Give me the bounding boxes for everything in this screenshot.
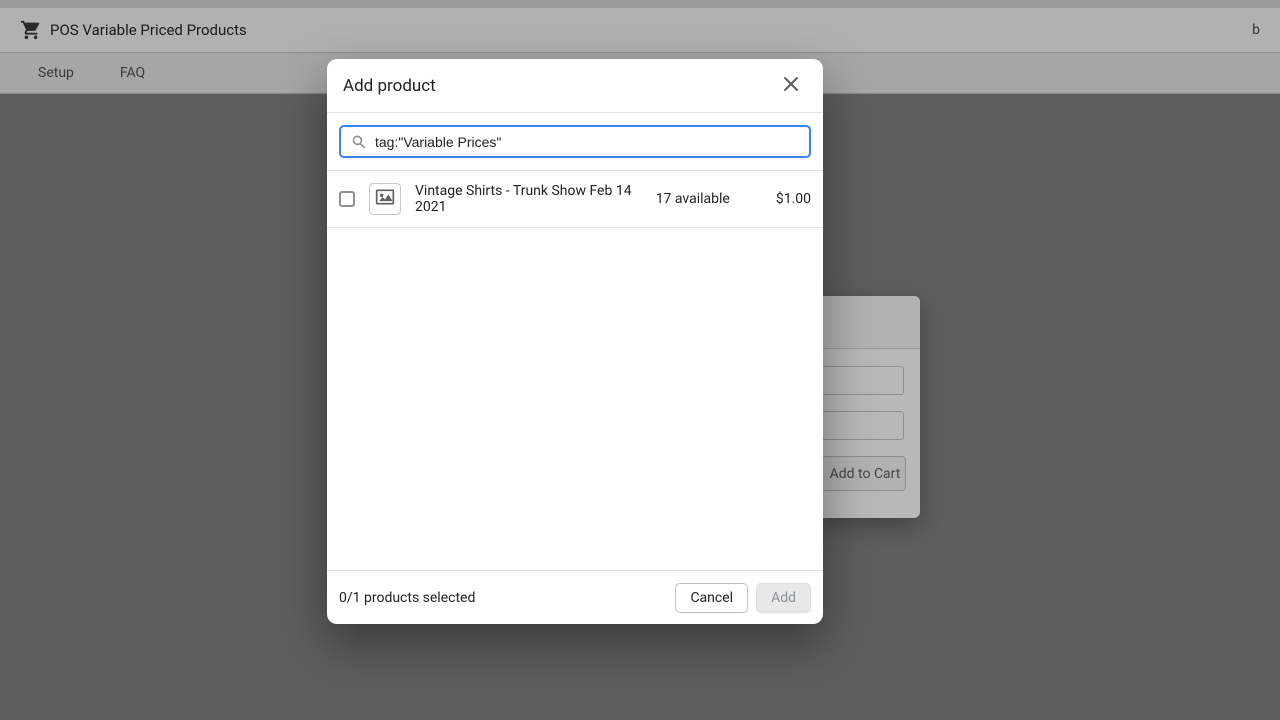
image-placeholder-icon [375, 187, 395, 211]
product-availability: 17 available [656, 191, 730, 207]
modal-title: Add product [343, 76, 436, 96]
search-area [327, 113, 823, 170]
search-wrapper[interactable] [339, 125, 811, 158]
search-input[interactable] [375, 134, 799, 150]
add-product-modal: Add product [327, 59, 823, 624]
modal-header: Add product [327, 59, 823, 113]
modal-footer: 0/1 products selected Cancel Add [327, 570, 823, 624]
modal-overlay: Add product [0, 0, 1280, 720]
selected-count: 0/1 products selected [339, 590, 475, 606]
product-row[interactable]: Vintage Shirts - Trunk Show Feb 14 2021 … [327, 171, 823, 228]
product-name: Vintage Shirts - Trunk Show Feb 14 2021 [415, 183, 656, 215]
search-icon [351, 134, 367, 150]
product-thumbnail [369, 183, 401, 215]
footer-buttons: Cancel Add [675, 583, 811, 613]
close-button[interactable] [775, 70, 807, 102]
cancel-button[interactable]: Cancel [675, 583, 748, 613]
product-price: $1.00 [776, 191, 811, 207]
product-list: Vintage Shirts - Trunk Show Feb 14 2021 … [327, 170, 823, 570]
product-checkbox[interactable] [339, 191, 355, 207]
close-icon [781, 74, 801, 98]
add-button[interactable]: Add [756, 583, 811, 613]
